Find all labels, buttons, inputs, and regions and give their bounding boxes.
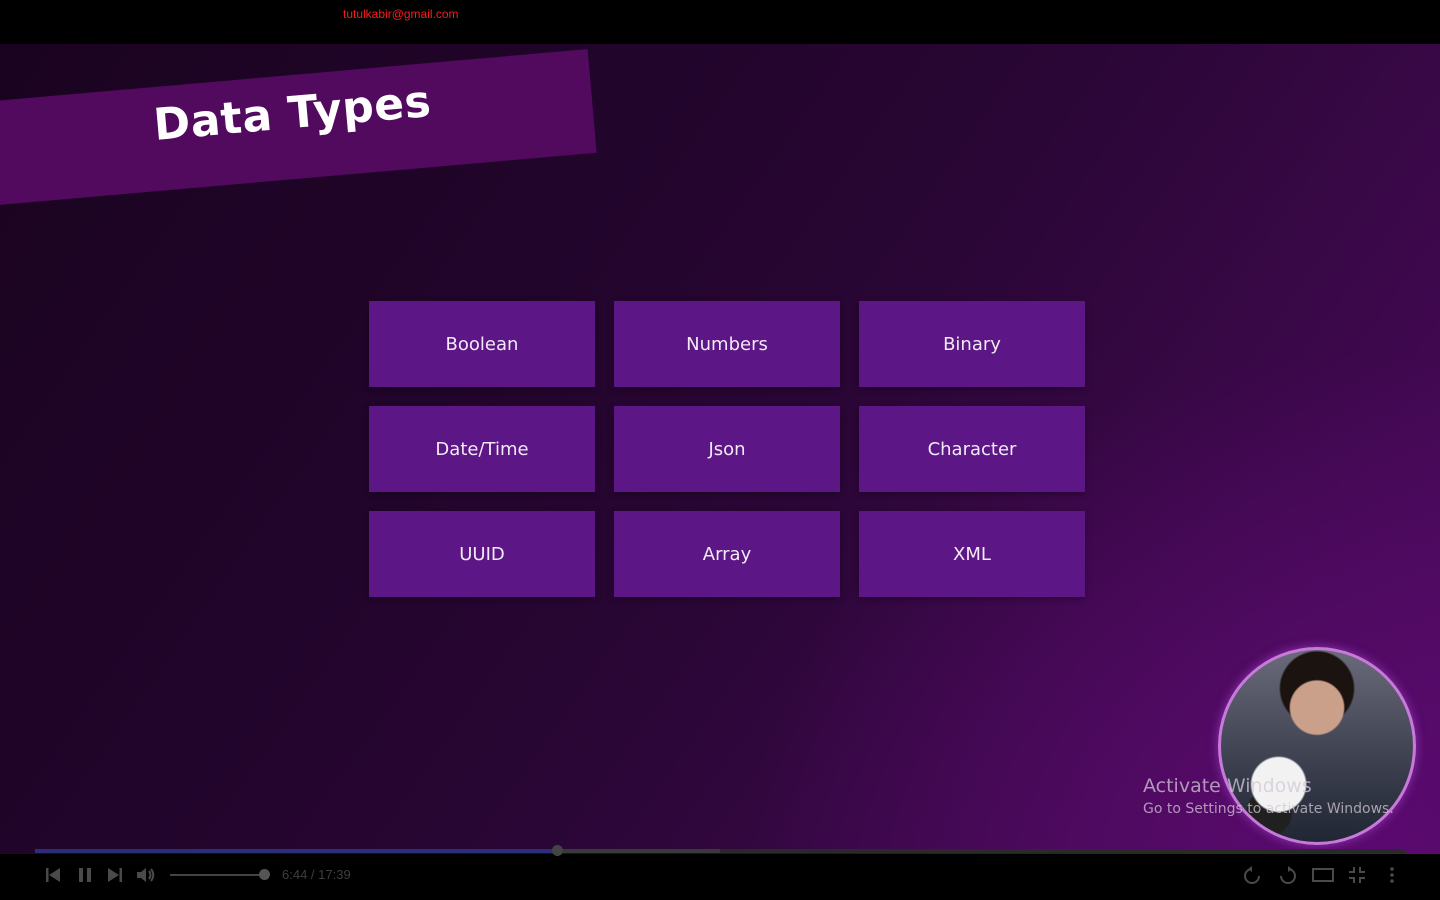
pause-icon[interactable] xyxy=(76,866,94,888)
email-label: tutulkabir@gmail.com xyxy=(343,7,459,21)
more-vert-icon[interactable] xyxy=(1388,866,1396,888)
data-type-tile: Character xyxy=(859,406,1085,492)
activate-windows-watermark: Activate Windows Go to Settings to activ… xyxy=(1143,775,1394,817)
volume-icon[interactable] xyxy=(136,866,156,888)
time-display: 6:44 / 17:39 xyxy=(282,867,351,882)
data-type-tile: Array xyxy=(614,511,840,597)
exit-fullscreen-icon[interactable] xyxy=(1348,866,1366,888)
theater-mode-icon[interactable] xyxy=(1312,866,1334,888)
time-separator: / xyxy=(307,867,319,882)
duration: 17:39 xyxy=(318,867,351,882)
player-controls-bar xyxy=(0,854,1440,900)
video-frame[interactable]: Data Types Boolean Numbers Binary Date/T… xyxy=(0,44,1440,854)
volume-slider[interactable] xyxy=(170,869,270,880)
top-bar: tutulkabir@gmail.com xyxy=(0,0,1440,44)
seek-played xyxy=(35,849,557,853)
data-type-tile: Boolean xyxy=(369,301,595,387)
data-type-tile: Numbers xyxy=(614,301,840,387)
seek-handle[interactable] xyxy=(551,845,563,856)
volume-handle[interactable] xyxy=(259,869,270,880)
data-type-tile: Date/Time xyxy=(369,406,595,492)
data-type-tile: Json xyxy=(614,406,840,492)
seek-bar[interactable] xyxy=(35,845,1405,856)
rewind-10-icon[interactable] xyxy=(1242,866,1262,890)
forward-10-icon[interactable] xyxy=(1278,866,1298,890)
data-type-tile: Binary xyxy=(859,301,1085,387)
skip-forward-icon[interactable] xyxy=(106,866,124,888)
current-time: 6:44 xyxy=(282,867,308,882)
data-type-tile: XML xyxy=(859,511,1085,597)
activate-windows-subtitle: Go to Settings to activate Windows. xyxy=(1143,801,1394,817)
data-types-grid: Boolean Numbers Binary Date/Time Json Ch… xyxy=(369,301,1085,597)
activate-windows-title: Activate Windows xyxy=(1143,775,1312,797)
data-type-tile: UUID xyxy=(369,511,595,597)
skip-back-icon[interactable] xyxy=(44,866,62,888)
